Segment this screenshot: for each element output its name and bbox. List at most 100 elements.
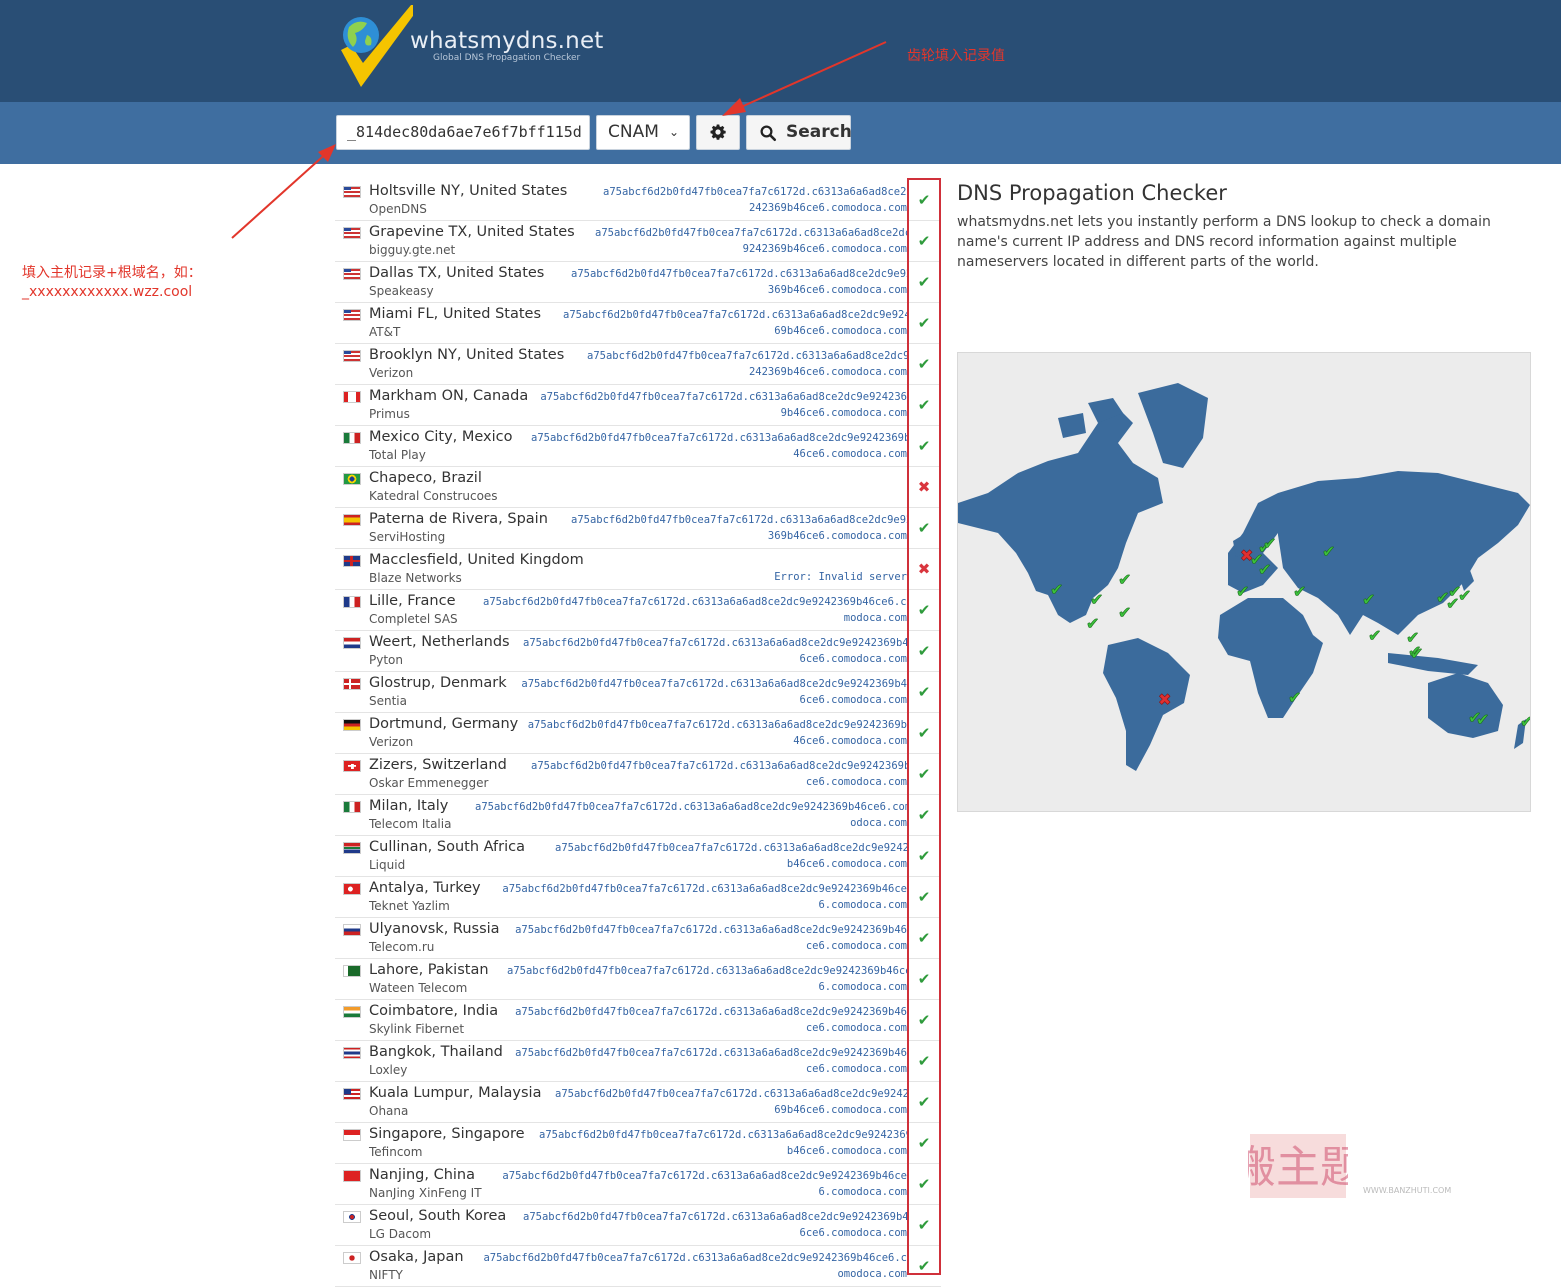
result-row[interactable]: Mexico City, Mexico Total Play a75abcf6d2b… — [335, 426, 941, 467]
result-row[interactable]: Kuala Lumpur, Malaysia Ohana a75abcf6d2b0f… — [335, 1082, 941, 1123]
result-row[interactable]: Ulyanovsk, Russia Telecom.ru a75abcf6d2b0f… — [335, 918, 941, 959]
result-value-line1: a75abcf6d2b0fd47fb0cea7fa7c6172d.c6313a6… — [521, 678, 907, 690]
result-location: Osaka, Japan — [369, 1249, 464, 1265]
result-row[interactable]: Milan, Italy Telecom Italia a75abcf6d2b0fd… — [335, 795, 941, 836]
result-row[interactable]: Dortmund, Germany Verizon a75abcf6d2b0fd47… — [335, 713, 941, 754]
result-value-line1: a75abcf6d2b0fd47fb0cea7fa7c6172d.c6313a6… — [483, 1252, 907, 1264]
map-check-icon: ✔ — [1322, 542, 1335, 561]
flag-de-icon — [343, 719, 361, 731]
result-value-line2: 69b46ce6.comodoca.com — [774, 1104, 907, 1116]
result-row[interactable]: Osaka, Japan NIFTY a75abcf6d2b0fd47fb0cea7… — [335, 1246, 941, 1287]
result-value-line2: 6.comodoca.com — [818, 1186, 907, 1198]
flag-th-icon — [343, 1047, 361, 1059]
result-row[interactable]: Glostrup, Denmark Sentia a75abcf6d2b0fd47f… — [335, 672, 941, 713]
search-icon — [760, 125, 777, 142]
map-check-icon: ✔ — [1293, 582, 1306, 601]
result-row[interactable]: Cullinan, South Africa Liquid a75abcf6d2b0… — [335, 836, 941, 877]
result-location: Grapevine TX, United States — [369, 224, 575, 240]
result-location: Bangkok, Thailand — [369, 1044, 503, 1060]
watermark-seal-text: 搬主题 — [1248, 1142, 1348, 1193]
result-row[interactable]: Lille, France Completel SAS a75abcf6d2b0fd… — [335, 590, 941, 631]
result-row[interactable]: Paterna de Rivera, Spain ServiHosting a75a… — [335, 508, 941, 549]
result-row[interactable]: Coimbatore, India Skylink Fibernet a75abcf… — [335, 1000, 941, 1041]
record-type-value: CNAM — [608, 122, 659, 142]
result-provider: Total Play — [369, 448, 426, 462]
result-provider: Teknet Yazlim — [369, 899, 450, 913]
flag-us-icon — [343, 268, 361, 280]
annotation-gear: 齿轮填入记录值 — [907, 48, 1005, 64]
result-row[interactable]: Holtsville NY, United States OpenDNS a75ab… — [335, 180, 941, 221]
settings-button[interactable] — [696, 115, 740, 150]
result-row[interactable]: Chapeco, Brazil Katedral Construcoes ✖ — [335, 467, 941, 508]
result-location: Miami FL, United States — [369, 306, 542, 322]
watermark: 搬主题 WWW.BANZHUTI.COM — [1248, 1132, 1478, 1202]
result-value-line1: a75abcf6d2b0fd47fb0cea7fa7c6172d.c6313a6… — [555, 1088, 907, 1100]
result-location: Paterna de Rivera, Spain — [369, 511, 548, 527]
result-row[interactable]: Nanjing, China NanJing XinFeng IT a75abcf6… — [335, 1164, 941, 1205]
flag-es-icon — [343, 514, 361, 526]
result-row[interactable]: Markham ON, Canada Primus a75abcf6d2b0fd47… — [335, 385, 941, 426]
result-row[interactable]: Grapevine TX, United States bigguy.gte.ne… — [335, 221, 941, 262]
result-row[interactable]: Macclesfield, United Kingdom Blaze Networ… — [335, 549, 941, 590]
south-america-shape — [1103, 638, 1190, 771]
result-provider: Ohana — [369, 1104, 409, 1118]
result-location: Kuala Lumpur, Malaysia — [369, 1085, 542, 1101]
result-provider: Katedral Construcoes — [369, 489, 498, 503]
result-value-line1: a75abcf6d2b0fd47fb0cea7fa7c6172d.c6313a6… — [555, 842, 907, 854]
map-check-icon: ✔ — [1476, 710, 1489, 729]
result-value-line1: a75abcf6d2b0fd47fb0cea7fa7c6172d.c6313a6… — [527, 719, 907, 731]
result-value-line2: 69b46ce6.comodoca.com — [774, 325, 907, 337]
info-description: whatsmydns.net lets you instantly perfor… — [957, 214, 1491, 270]
result-value-line2: 6.comodoca.com — [818, 899, 907, 911]
map-check-icon: ✔ — [1263, 534, 1276, 553]
result-value-line1: a75abcf6d2b0fd47fb0cea7fa7c6172d.c6313a6… — [502, 883, 907, 895]
world-map-svg: ✔✔✔✔✔✖✔✔✔✔✔ ✔✔✔✔ ✔✔✔✔✔✔✖✔✔ ✔✔✔ — [958, 383, 1534, 771]
result-location: Zizers, Switzerland — [369, 757, 507, 773]
world-map[interactable]: ✔ ✔ ✔ ✔ ✔ ✖ ✔ ✔ ✔ ✔ ✔ ✔ ✔ ✔ ✔ ✔ ✔ ✔ ✔ ✔ ✔ ✖ ✔ ✔ ✔ ✔ ✔ — [957, 352, 1534, 812]
result-provider: Tefincom — [369, 1145, 423, 1159]
result-value-line2: modoca.com — [843, 612, 907, 624]
result-row[interactable]: Dallas TX, United States Speakeasy a75abcf… — [335, 262, 941, 303]
result-location: Seoul, South Korea — [369, 1208, 507, 1224]
result-row[interactable]: Miami FL, United States AT&T a75abcf6d2b0f… — [335, 303, 941, 344]
result-value-line1: a75abcf6d2b0fd47fb0cea7fa7c6172d.c6313a6… — [595, 227, 907, 239]
result-row[interactable]: Bangkok, Thailand Loxley a75abcf6d2b0fd47f… — [335, 1041, 941, 1082]
result-value-line2: Error: Invalid server — [774, 571, 907, 583]
result-row[interactable]: Antalya, Turkey Teknet Yazlim a75abcf6d2b0… — [335, 877, 941, 918]
result-row[interactable]: Brooklyn NY, United States Verizon a75abcf… — [335, 344, 941, 385]
flag-sg-icon — [343, 1129, 361, 1141]
domain-input[interactable]: _814dec80da6ae7e6f7bff115d — [336, 115, 590, 150]
result-location: Lille, France — [369, 593, 456, 609]
flag-my-icon — [343, 1088, 361, 1100]
flag-za-icon — [343, 842, 361, 854]
result-row[interactable]: Weert, Netherlands Pyton a75abcf6d2b0fd47f… — [335, 631, 941, 672]
result-value-line2: 46ce6.comodoca.com — [793, 735, 907, 747]
site-logo[interactable]: whatsmydns.net Global DNS Propagation Ch… — [333, 5, 603, 90]
search-button[interactable]: Search — [746, 115, 852, 150]
record-type-select[interactable]: CNAM ⌄ — [596, 115, 690, 150]
status-highlight-box — [907, 178, 941, 1275]
result-value-line1: a75abcf6d2b0fd47fb0cea7fa7c6172d.c6313a6… — [475, 801, 907, 813]
result-value-line2: 9242369b46ce6.comodoca.com — [742, 243, 907, 255]
result-value-line2: 242369b46ce6.comodoca.com — [748, 202, 907, 214]
map-check-icon: ✔ — [1118, 603, 1131, 622]
result-row[interactable]: Lahore, Pakistan Wateen Telecom a75abcf6d2… — [335, 959, 941, 1000]
result-value-line1: a75abcf6d2b0fd47fb0cea7fa7c6172d.c6313a6… — [603, 186, 907, 198]
result-row[interactable]: Singapore, Singapore Tefincom a75abcf6d2b0… — [335, 1123, 941, 1164]
result-location: Coimbatore, India — [369, 1003, 499, 1019]
map-check-icon: ✔ — [1086, 614, 1099, 633]
flag-cn-icon — [343, 1170, 361, 1182]
result-value-line1: a75abcf6d2b0fd47fb0cea7fa7c6172d.c6313a6… — [587, 350, 907, 362]
logo-subtitle: Global DNS Propagation Checker — [433, 53, 581, 63]
flag-tr-icon — [343, 883, 361, 895]
result-provider: Speakeasy — [369, 284, 434, 298]
result-row[interactable]: Zizers, Switzerland Oskar Emmenegger a75ab… — [335, 754, 941, 795]
result-provider: Primus — [369, 407, 410, 421]
result-row[interactable]: Seoul, South Korea LG Dacom a75abcf6d2b0fd… — [335, 1205, 941, 1246]
result-provider: Loxley — [369, 1063, 408, 1077]
result-location: Macclesfield, United Kingdom — [369, 552, 584, 568]
result-value-line2: ce6.comodoca.com — [805, 940, 907, 952]
annotation-host-line2: _xxxxxxxxxxxx.wzz.cool — [22, 284, 193, 300]
result-provider: OpenDNS — [369, 202, 427, 216]
map-check-icon: ✔ — [1368, 626, 1381, 645]
